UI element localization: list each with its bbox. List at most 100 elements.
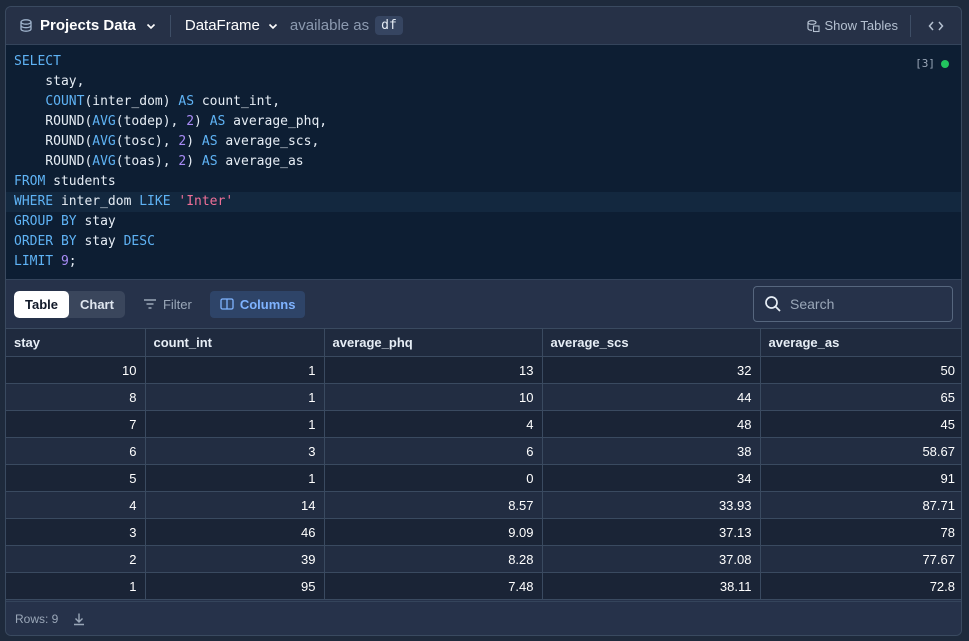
table-cell: 87.71 [760,491,961,519]
table-cell: 1 [145,464,325,492]
code-line[interactable]: WHERE inter_dom LIKE 'Inter' [6,192,961,212]
sql-editor[interactable]: [3] SELECT stay, COUNT(inter_dom) AS cou… [6,45,961,280]
code-token: COUNT [45,94,85,109]
result-toolbar: Table Chart Filter Columns [6,280,961,328]
available-as-label: available as [289,17,370,34]
code-token: AVG [92,154,116,169]
code-line[interactable]: SELECT [6,52,961,72]
table-cell: 5 [6,464,146,492]
table-cell: 1 [145,410,325,438]
code-token: ; [68,254,77,269]
dataframe-name[interactable]: df [375,16,403,35]
table-row[interactable]: 10 1 13 32 50 [6,356,961,384]
columns-button[interactable]: Columns [209,290,306,318]
code-token: LIMIT [14,254,54,269]
table-row[interactable]: 7 1 4 48 45 [6,410,961,438]
columns-label: Columns [239,296,296,312]
table-cell: 95 [145,572,325,600]
search-box[interactable] [753,286,953,322]
code-token: stay [76,214,116,229]
code-token: ORDER BY [14,234,77,249]
tab-chart[interactable]: Chart [69,291,125,318]
code-toggle-button[interactable] [921,19,951,33]
columns-icon [220,298,234,310]
code-line[interactable]: LIMIT 9; [6,252,961,272]
output-type-selector[interactable]: DataFrame [185,17,278,34]
filter-label: Filter [162,296,192,312]
code-token: WHERE [14,194,54,209]
status-dot-icon [941,60,949,68]
filter-button[interactable]: Filter [133,291,202,318]
column-header[interactable]: count_int [145,328,325,357]
table-row[interactable]: 6 3 6 38 58.67 [6,437,961,465]
column-header[interactable]: average_scs [542,328,761,357]
code-token: SELECT [14,54,61,69]
column-header[interactable]: average_as [760,328,961,357]
database-label: Projects Data [40,17,136,34]
table-cell: 50 [760,356,961,384]
table-cell: 13 [324,356,543,384]
table-cell: 77.67 [760,545,961,573]
code-token: average_phq, [225,114,328,129]
row-count: Rows: 9 [15,611,59,626]
table-cell: 10 [324,383,543,411]
search-input[interactable] [790,296,940,312]
code-line[interactable]: GROUP BY stay [6,212,961,232]
divider [910,14,911,37]
column-header[interactable]: average_phq [324,328,543,357]
code-token: ROUND( [14,114,93,129]
code-line[interactable]: FROM students [6,172,961,192]
table-cell: 37.08 [542,545,761,573]
cell-header: Projects Data DataFrame available as df … [6,7,961,45]
code-token: ) [194,114,210,129]
table-row[interactable]: 5 1 0 34 91 [6,464,961,492]
table-body: 10 1 13 32 50 8 1 10 44 65 7 1 4 48 45 6 3 6 38 58.67 5 1 0 34 9… [6,356,961,600]
execution-status: [3] [915,54,949,74]
code-line[interactable]: ROUND(AVG(todep), 2) AS average_phq, [6,112,961,132]
code-token: AVG [92,134,116,149]
download-icon[interactable] [72,612,86,626]
table-cell: 45 [760,410,961,438]
chevron-down-icon [268,23,277,29]
execution-count: [3] [915,57,935,70]
code-token: average_scs, [217,134,320,149]
code-token: stay, [14,74,85,89]
table-cell: 8 [6,383,146,411]
code-token: (toas), [115,154,179,169]
table-cell: 78 [760,518,961,546]
code-token: (inter_dom) [84,94,179,109]
code-token: AS [209,114,226,129]
table-cell: 1 [145,356,325,384]
table-cell: 3 [6,518,146,546]
table-cell: 1 [6,572,146,600]
table-cell: 65 [760,383,961,411]
database-selector[interactable]: Projects Data [18,17,156,34]
table-row[interactable]: 1 95 7.48 38.11 72.8 [6,572,961,600]
code-token: ) [186,154,202,169]
code-token: ROUND( [14,134,93,149]
table-cell: 8.28 [324,545,543,573]
show-tables-button[interactable]: Show Tables [806,18,898,33]
column-header[interactable]: stay [6,328,146,357]
table-cell: 32 [542,356,761,384]
code-token: AS [178,94,195,109]
code-line[interactable]: ORDER BY stay DESC [6,232,961,252]
code-token: count_int, [194,94,281,109]
code-line[interactable]: stay, [6,72,961,92]
table-row[interactable]: 2 39 8.28 37.08 77.67 [6,545,961,573]
table-row[interactable]: 8 1 10 44 65 [6,383,961,411]
code-line[interactable]: ROUND(AVG(tosc), 2) AS average_scs, [6,132,961,152]
table-row[interactable]: 4 14 8.57 33.93 87.71 [6,491,961,519]
table-cell: 4 [324,410,543,438]
table-cell: 8.57 [324,491,543,519]
table-row[interactable]: 3 46 9.09 37.13 78 [6,518,961,546]
code-token: stay [76,234,124,249]
table-cell: 10 [6,356,146,384]
code-line[interactable]: COUNT(inter_dom) AS count_int, [6,92,961,112]
code-line[interactable]: ROUND(AVG(toas), 2) AS average_as [6,152,961,172]
code-token: AS [201,134,218,149]
code-token: (tosc), [115,134,179,149]
tab-table[interactable]: Table [14,290,69,318]
code-token: (todep), [115,114,187,129]
